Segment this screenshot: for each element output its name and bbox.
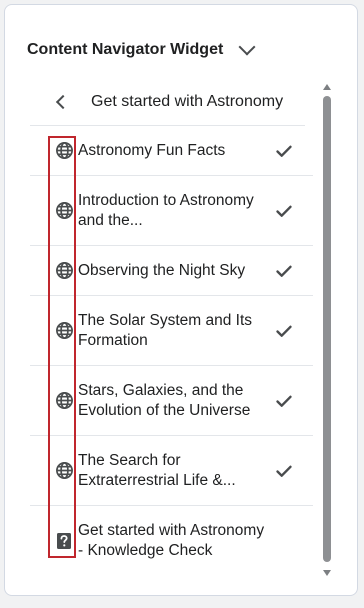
quiz-icon <box>54 531 74 551</box>
item-label: Introduction to Astronomy and the... <box>78 191 254 229</box>
list-item[interactable]: Introduction to Astronomy and the... <box>30 176 313 246</box>
navigator-header: Get started with Astronomy <box>30 78 305 126</box>
item-label: Get started with Astronomy - Knowledge C… <box>78 522 265 559</box>
checkmark-icon <box>275 392 293 410</box>
scrollbar[interactable] <box>319 84 335 576</box>
list-item[interactable]: Stars, Galaxies, and the Evolution of th… <box>30 366 313 436</box>
widget-header[interactable]: Content Navigator Widget <box>27 38 256 61</box>
list-item[interactable]: The Search for Extraterrestrial Life &..… <box>30 436 313 506</box>
back-arrow-icon[interactable] <box>48 88 76 116</box>
widget-title: Content Navigator Widget <box>27 41 224 58</box>
item-label: The Solar System and Its Formation <box>78 311 253 349</box>
list-item[interactable]: Observing the Night Sky <box>30 246 313 296</box>
globe-icon <box>54 201 74 221</box>
checkmark-icon <box>275 262 293 280</box>
checkmark-icon <box>275 322 293 340</box>
item-label: The Search for Extraterrestrial Life &..… <box>78 451 236 489</box>
scroll-up-arrow-icon[interactable] <box>323 84 331 90</box>
item-label: Stars, Galaxies, and the Evolution of th… <box>78 381 251 419</box>
list-item[interactable]: Astronomy Fun Facts <box>30 126 313 176</box>
checkmark-icon <box>275 142 293 160</box>
checkmark-icon <box>275 202 293 220</box>
item-label: Astronomy Fun Facts <box>78 141 226 159</box>
scrollbar-thumb[interactable] <box>323 96 331 562</box>
scroll-down-arrow-icon[interactable] <box>323 570 331 576</box>
list-item[interactable]: Get started with Astronomy - Knowledge C… <box>30 506 313 576</box>
list-item[interactable]: The Solar System and Its Formation <box>30 296 313 366</box>
topic-list: Astronomy Fun Facts Introduction to Astr… <box>30 126 313 576</box>
chevron-down-icon[interactable] <box>238 38 256 56</box>
navigator-title: Get started with Astronomy <box>91 92 284 110</box>
globe-icon <box>54 321 74 341</box>
globe-icon <box>54 461 74 481</box>
item-label: Observing the Night Sky <box>78 261 246 279</box>
checkmark-icon <box>275 462 293 480</box>
globe-icon <box>54 261 74 281</box>
globe-icon <box>54 141 74 161</box>
globe-icon <box>54 391 74 411</box>
